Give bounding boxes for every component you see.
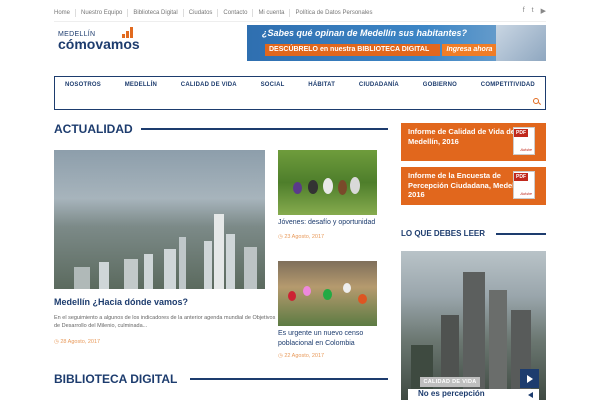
- feature-title[interactable]: Medellín ¿Hacia dónde vamos?: [54, 297, 188, 307]
- nav-competitividad[interactable]: COMPETITIVIDAD: [481, 82, 535, 109]
- logo-brand-a: cómo: [58, 36, 96, 52]
- top-link-home[interactable]: Home: [54, 9, 75, 17]
- banner-headline: ¿Sabes qué opinan de Medellín sus habita…: [262, 28, 468, 38]
- top-link-ciudatos[interactable]: Ciudatos: [182, 9, 218, 17]
- post-date-censo: ◷ 22 Agosto, 2017: [278, 353, 325, 359]
- pdf-icon-label: PDF: [514, 173, 528, 181]
- category-badge[interactable]: CALIDAD DE VIDA: [420, 377, 480, 387]
- facebook-icon[interactable]: f: [523, 7, 525, 15]
- top-link-contacto[interactable]: Contacto: [217, 9, 252, 17]
- pdf-icon-brand: Adobe: [520, 191, 532, 196]
- post-title-censo[interactable]: Es urgente un nuevo censo poblacional en…: [278, 329, 388, 349]
- post-date-jovenes-text: 23 Agosto, 2017: [284, 234, 325, 240]
- pdf-icon: PDF Adobe: [513, 171, 535, 199]
- section-title-lo-que: LO QUE DEBES LEER: [401, 229, 486, 238]
- pdf-icon: PDF Adobe: [513, 127, 535, 155]
- nav-calidad-de-vida[interactable]: CALIDAD DE VIDA: [181, 82, 237, 109]
- nav-nosotros[interactable]: NOSOTROS: [65, 82, 101, 109]
- nav-social[interactable]: SOCIAL: [261, 82, 285, 109]
- twitter-icon[interactable]: t: [532, 7, 534, 15]
- section-divider: [190, 378, 388, 380]
- lo-que-title: No es percepción: [418, 389, 485, 398]
- logo-brand: cómovamos: [58, 36, 140, 52]
- top-link-politica[interactable]: Política de Datos Personales: [289, 9, 377, 17]
- main-navigation: NOSOTROS MEDELLÍN CALIDAD DE VIDA SOCIAL…: [54, 76, 546, 110]
- pdf-box-text: Informe de la Encuesta de Percepción Ciu…: [408, 171, 524, 199]
- section-divider: [496, 233, 546, 235]
- logo-bars-icon: [122, 27, 133, 38]
- lo-que-caption[interactable]: No es percepción: [408, 389, 520, 400]
- banner-ad[interactable]: ¿Sabes qué opinan de Medellín sus habita…: [247, 25, 546, 61]
- post-title-jovenes[interactable]: Jóvenes: desafío y oportunidad: [278, 218, 388, 228]
- post-date-jovenes: ◷ 23 Agosto, 2017: [278, 234, 325, 240]
- pdf-icon-label: PDF: [514, 129, 528, 137]
- pdf-box-calidad-vida[interactable]: Informe de Calidad de Vida de Medellín, …: [401, 123, 546, 161]
- post-image-market[interactable]: [278, 261, 377, 326]
- youtube-icon[interactable]: ▶: [541, 7, 546, 15]
- section-title-actualidad: ACTUALIDAD: [54, 122, 133, 136]
- banner-button[interactable]: Ingresa ahora: [442, 44, 497, 56]
- nav-medellin[interactable]: MEDELLÍN: [125, 82, 157, 109]
- nav-gobierno[interactable]: GOBIERNO: [423, 82, 457, 109]
- pdf-icon-brand: Adobe: [520, 147, 532, 152]
- section-title-biblioteca: BIBLIOTECA DIGITAL: [54, 372, 178, 386]
- feature-date-text: 28 Agosto, 2017: [60, 339, 101, 345]
- search-icon[interactable]: [533, 98, 539, 104]
- top-link-cuenta[interactable]: Mi cuenta: [252, 9, 289, 17]
- nav-ciudadania[interactable]: CIUDADANÍA: [359, 82, 399, 109]
- pdf-box-text: Informe de Calidad de Vida de Medellín, …: [408, 127, 515, 146]
- prev-arrow-icon[interactable]: [520, 389, 539, 400]
- top-link-biblioteca[interactable]: Biblioteca Digital: [127, 9, 182, 17]
- banner-cta: DESCÚBRELO en nuestra BIBLIOTECA DIGITAL: [265, 44, 440, 56]
- post-image-park[interactable]: [278, 150, 377, 215]
- banner-laptop-image: [496, 25, 546, 61]
- feature-excerpt: En el seguimiento a algunos de los indic…: [54, 315, 276, 329]
- feature-image-city[interactable]: [54, 150, 265, 289]
- feature-date: ◷ 28 Agosto, 2017: [54, 339, 101, 345]
- social-links: f t ▶: [523, 7, 546, 15]
- pdf-box-percepcion[interactable]: Informe de la Encuesta de Percepción Ciu…: [401, 167, 546, 205]
- logo-brand-b: vamos: [95, 36, 140, 52]
- top-link-equipo[interactable]: Nuestro Equipo: [75, 9, 127, 17]
- top-divider: [54, 21, 546, 22]
- post-date-censo-text: 22 Agosto, 2017: [284, 353, 325, 359]
- section-divider: [141, 128, 388, 130]
- top-navigation: Home Nuestro Equipo Biblioteca Digital C…: [54, 8, 378, 18]
- next-arrow-icon[interactable]: [520, 369, 539, 388]
- nav-habitat[interactable]: HÁBITAT: [308, 82, 335, 109]
